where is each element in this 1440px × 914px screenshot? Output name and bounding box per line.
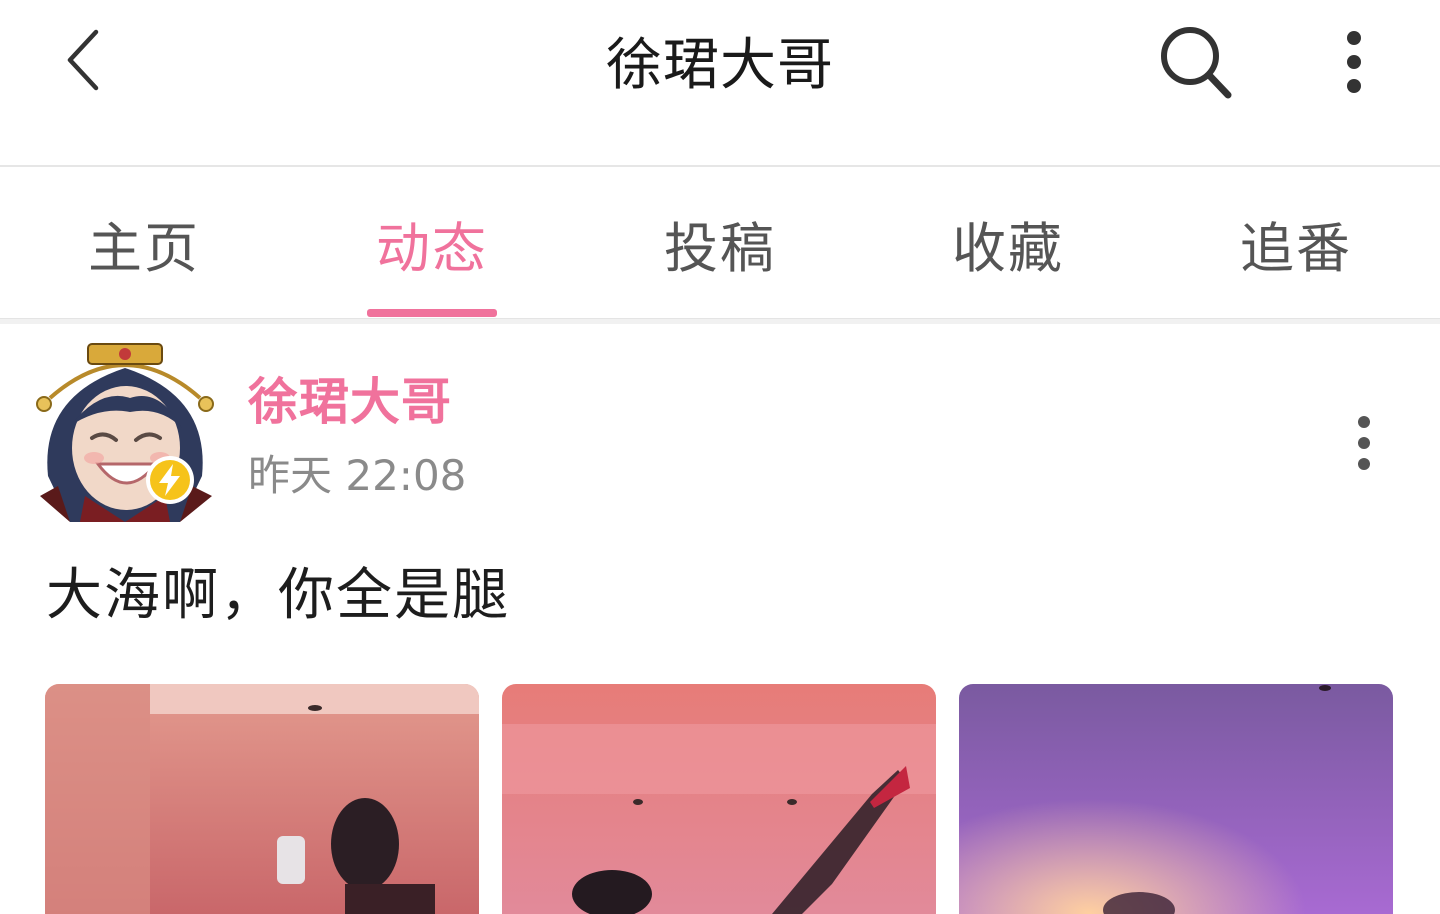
search-icon [1161,27,1232,99]
more-vertical-icon [1347,31,1361,93]
post-image-1[interactable] [45,684,479,914]
tab-favorites[interactable]: 收藏 [864,167,1152,319]
avatar[interactable] [30,336,220,526]
tab-submissions[interactable]: 投稿 [576,167,864,319]
back-button[interactable] [52,22,116,98]
page-title: 徐珺大哥 [606,33,834,98]
post-text: 大海啊，你全是腿 [46,563,510,628]
post-image-2[interactable] [502,684,936,914]
feed-post: 徐珺大哥 昨天 22:08 大海啊，你全是腿 [0,324,1440,914]
tab-label: 主页 [88,216,200,280]
tab-label: 投稿 [664,216,776,280]
more-menu-button[interactable] [1324,22,1384,102]
search-button[interactable] [1152,18,1240,106]
tab-anime-follow[interactable]: 追番 [1152,167,1440,319]
tab-label: 动态 [376,216,488,280]
chevron-left-icon [67,29,99,91]
post-image-3[interactable] [959,684,1393,914]
more-vertical-icon [1358,416,1370,470]
top-bar: 徐珺大哥 [0,0,1440,166]
author-name[interactable]: 徐珺大哥 [248,370,452,434]
tab-label: 追番 [1240,216,1352,280]
active-tab-indicator [367,309,497,317]
tab-home[interactable]: 主页 [0,167,288,319]
tab-dynamics[interactable]: 动态 [288,167,576,319]
tab-label: 收藏 [952,216,1064,280]
post-timestamp: 昨天 22:08 [248,451,467,500]
lightning-badge-icon [146,456,194,504]
post-more-button[interactable] [1336,410,1392,476]
tab-bar: 主页 动态 投稿 收藏 追番 [0,167,1440,319]
